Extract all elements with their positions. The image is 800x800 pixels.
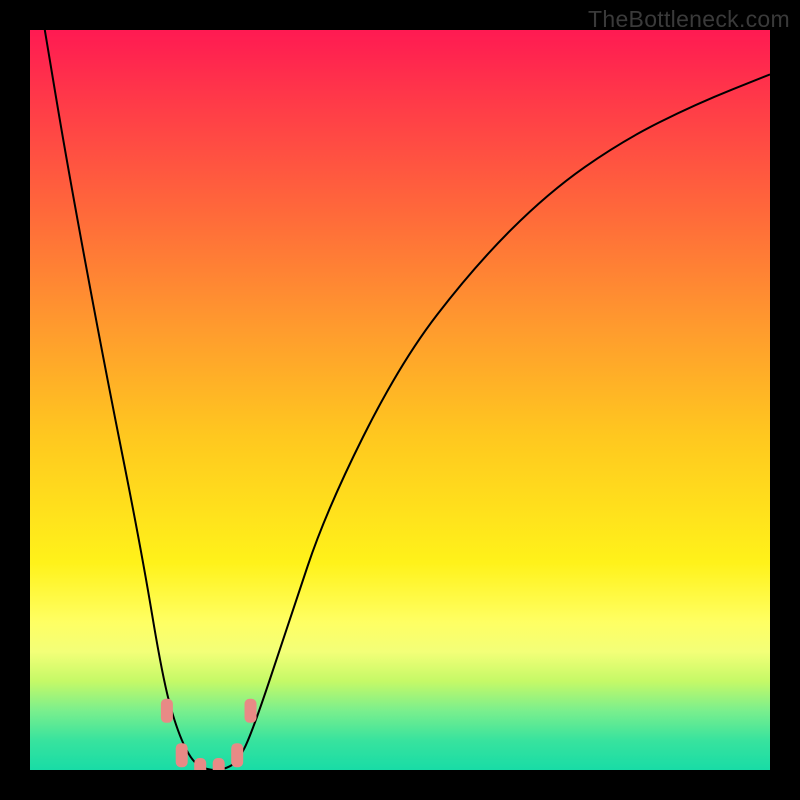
- marker-dot: [245, 699, 257, 723]
- watermark-text: TheBottleneck.com: [588, 6, 790, 33]
- chart-svg: [30, 30, 770, 770]
- data-markers: [161, 699, 257, 770]
- marker-dot: [213, 758, 225, 770]
- marker-dot: [161, 699, 173, 723]
- plot-area: [30, 30, 770, 770]
- marker-dot: [194, 758, 206, 770]
- marker-dot: [176, 743, 188, 767]
- bottleneck-curve: [45, 30, 770, 770]
- marker-dot: [231, 743, 243, 767]
